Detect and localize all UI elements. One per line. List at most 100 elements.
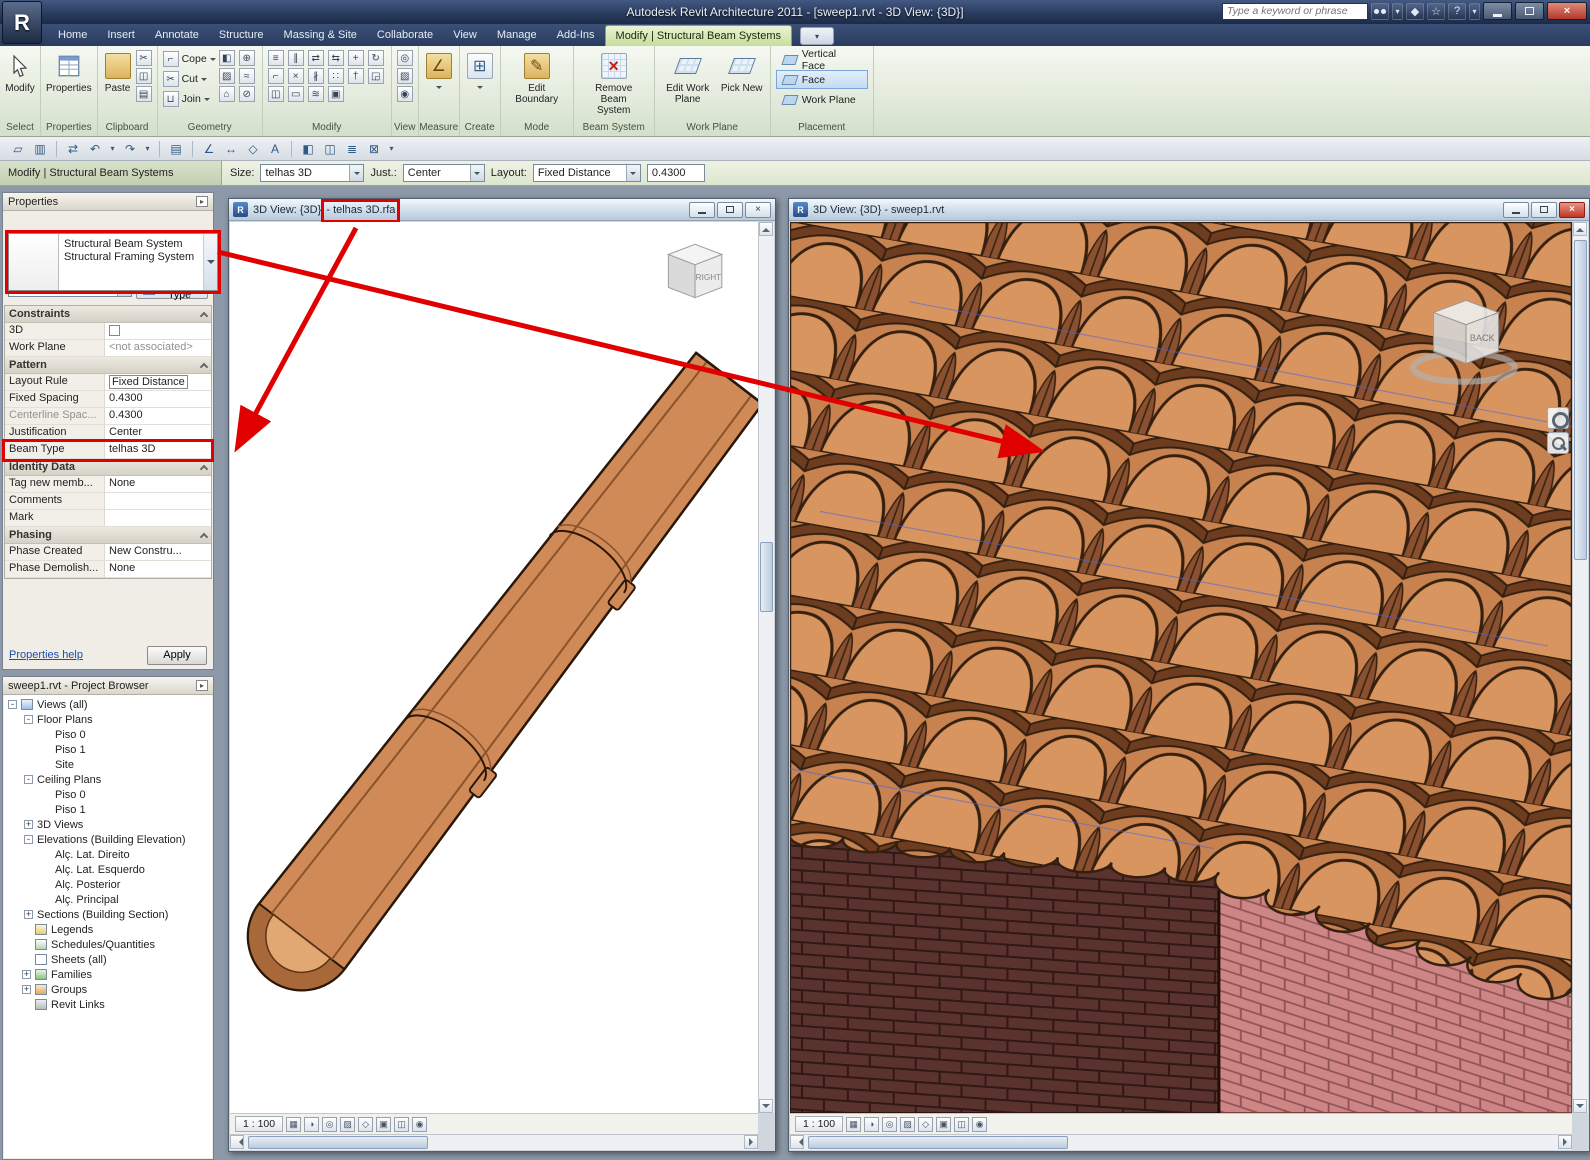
visual-style-icon[interactable]: ◑ xyxy=(304,1116,320,1132)
visual-style-icon[interactable]: ◑ xyxy=(864,1116,880,1132)
3d-checkbox[interactable] xyxy=(109,325,120,336)
reveal-hidden-elements-icon[interactable]: ◉ xyxy=(972,1116,988,1132)
vertical-scrollbar[interactable] xyxy=(758,222,774,1113)
split-element-icon[interactable]: ∦ xyxy=(307,68,324,84)
crop-region-icon[interactable]: ▣ xyxy=(376,1116,392,1132)
spacing-value-field[interactable]: 0.4300 xyxy=(646,164,705,182)
offset-icon[interactable]: ∥ xyxy=(287,50,304,66)
save-icon[interactable]: ▥ xyxy=(30,139,50,159)
tab-view[interactable]: View xyxy=(443,25,487,46)
placement-vertical-face[interactable]: Vertical Face xyxy=(776,48,868,72)
tree-item[interactable]: Site xyxy=(4,757,212,772)
separator[interactable] xyxy=(159,140,160,157)
section-icon[interactable]: ◫ xyxy=(320,139,340,159)
unjoin-icon[interactable]: ⊘ xyxy=(238,86,255,102)
view-window-titlebar[interactable]: R 3D View: {3D} - sweep1.rvt × xyxy=(789,199,1589,221)
edit-boundary-button[interactable]: ✎ Edit Boundary xyxy=(506,50,568,105)
measure-icon[interactable]: ∠ xyxy=(199,139,219,159)
rotate-icon[interactable]: ↻ xyxy=(367,50,384,66)
tree-expander[interactable]: + xyxy=(22,970,31,979)
pick-new-work-plane-button[interactable]: Pick New xyxy=(719,50,765,94)
delete-icon[interactable]: × xyxy=(287,68,304,84)
property-row-phase-created[interactable]: Phase Created New Constru... xyxy=(5,544,211,561)
thin-lines-icon[interactable]: ≣ xyxy=(342,139,362,159)
show-crop-icon[interactable]: ◇ xyxy=(358,1116,374,1132)
tag-by-category-icon[interactable]: ◇ xyxy=(243,139,263,159)
sun-path-icon[interactable]: ◎ xyxy=(882,1116,898,1132)
property-row-beam-type[interactable]: Beam Type telhas 3D xyxy=(2,439,214,462)
property-row-fixed-spacing[interactable]: Fixed Spacing 0.4300 xyxy=(5,391,211,408)
property-row-work-plane[interactable]: Work Plane <not associated> xyxy=(5,340,211,357)
pin-icon[interactable]: † xyxy=(347,68,364,84)
tab-structure[interactable]: Structure xyxy=(209,25,274,46)
close-button[interactable]: × xyxy=(1559,201,1585,218)
scale-icon[interactable]: ◲ xyxy=(367,68,384,84)
detail-level-icon[interactable]: ▦ xyxy=(286,1116,302,1132)
placement-work-plane[interactable]: Work Plane xyxy=(776,90,868,109)
group-header-pattern[interactable]: Pattern xyxy=(5,357,211,374)
tab-annotate[interactable]: Annotate xyxy=(145,25,209,46)
open-icon[interactable]: ▱ xyxy=(8,139,28,159)
layout-combo[interactable]: Fixed Distance xyxy=(532,164,641,182)
activate-controls-icon[interactable]: ▣ xyxy=(327,86,344,102)
tree-item[interactable]: - Floor Plans xyxy=(4,712,212,727)
group-header-constraints[interactable]: Constraints xyxy=(5,306,211,323)
tab-massing-site[interactable]: Massing & Site xyxy=(274,25,367,46)
tree-item[interactable]: Piso 1 xyxy=(4,802,212,817)
tree-item[interactable]: Revit Links xyxy=(4,997,212,1012)
sync-with-central-icon[interactable]: ⇄ xyxy=(63,139,83,159)
scale-button[interactable]: 1 : 100 xyxy=(795,1116,844,1132)
tree-item[interactable]: Alç. Lat. Direito xyxy=(4,847,212,862)
cope-button[interactable]: ⌐ Cope xyxy=(162,50,216,68)
subscription-center-icon[interactable]: ◆ xyxy=(1406,2,1424,20)
group-header-identity-data[interactable]: Identity Data xyxy=(5,459,211,476)
hide-element-icon[interactable]: ▨ xyxy=(396,68,413,84)
favorites-icon[interactable]: ☆ xyxy=(1427,2,1445,20)
tree-item[interactable]: Piso 0 xyxy=(4,787,212,802)
property-row-comments[interactable]: Comments xyxy=(5,493,211,510)
tab-manage[interactable]: Manage xyxy=(487,25,547,46)
join-button[interactable]: ⊔ Join xyxy=(162,90,216,108)
mirror-pick-axis-icon[interactable]: ⇄ xyxy=(307,50,324,66)
type-selector[interactable]: Structural Beam System Structural Framin… xyxy=(5,230,221,294)
property-row-centerline-spacing[interactable]: Centerline Spac... 0.4300 xyxy=(5,408,211,425)
help-icon[interactable]: ? xyxy=(1448,2,1466,20)
minimize-button[interactable] xyxy=(1503,201,1529,218)
tree-item[interactable]: Legends xyxy=(4,922,212,937)
size-combo[interactable]: telhas 3D xyxy=(260,164,365,182)
steering-wheel-icon[interactable] xyxy=(1547,407,1569,429)
create-similar-button[interactable]: ⊞ xyxy=(465,50,495,92)
align-icon[interactable]: ≡ xyxy=(267,50,284,66)
tree-item[interactable]: Sheets (all) xyxy=(4,952,212,967)
property-row-justification[interactable]: Justification Center xyxy=(5,425,211,442)
tree-item[interactable]: + 3D Views xyxy=(4,817,212,832)
tree-expander[interactable]: - xyxy=(8,700,17,709)
application-menu-button[interactable]: R xyxy=(2,1,42,44)
redo-icon[interactable]: ↷ xyxy=(120,139,140,159)
redo-dropdown-icon[interactable]: ▾ xyxy=(142,139,153,159)
titlebar[interactable]: Autodesk Revit Architecture 2011 - [swee… xyxy=(0,0,1590,24)
tab-insert[interactable]: Insert xyxy=(97,25,145,46)
tree-item[interactable]: Alç. Posterior xyxy=(4,877,212,892)
restore-button[interactable] xyxy=(1531,201,1557,218)
temporary-hide-isolate-icon[interactable]: ◫ xyxy=(394,1116,410,1132)
group-header-phasing[interactable]: Phasing xyxy=(5,527,211,544)
scrollbar-thumb[interactable] xyxy=(1574,240,1587,560)
property-row-phase-demolished[interactable]: Phase Demolish... None xyxy=(5,561,211,578)
property-row-tag-new-members[interactable]: Tag new memb... None xyxy=(5,476,211,493)
shadows-icon[interactable]: ▨ xyxy=(340,1116,356,1132)
remove-beam-system-button[interactable]: × Remove Beam System xyxy=(579,50,649,116)
tree-item[interactable]: Alç. Lat. Esquerdo xyxy=(4,862,212,877)
tab-collaborate[interactable]: Collaborate xyxy=(367,25,443,46)
temporary-hide-isolate-icon[interactable]: ◫ xyxy=(954,1116,970,1132)
justification-combo[interactable]: Center xyxy=(402,164,485,182)
paint-icon[interactable]: ◧ xyxy=(218,50,235,66)
tree-item[interactable]: + Groups xyxy=(4,982,212,997)
tree-expander[interactable]: + xyxy=(22,985,31,994)
modify-button[interactable]: Modify xyxy=(5,50,35,94)
mirror-draw-axis-icon[interactable]: ⇆ xyxy=(327,50,344,66)
tree-expander[interactable]: - xyxy=(24,775,33,784)
restore-button[interactable] xyxy=(717,201,743,218)
tab-home[interactable]: Home xyxy=(48,25,97,46)
separator[interactable] xyxy=(291,140,292,157)
